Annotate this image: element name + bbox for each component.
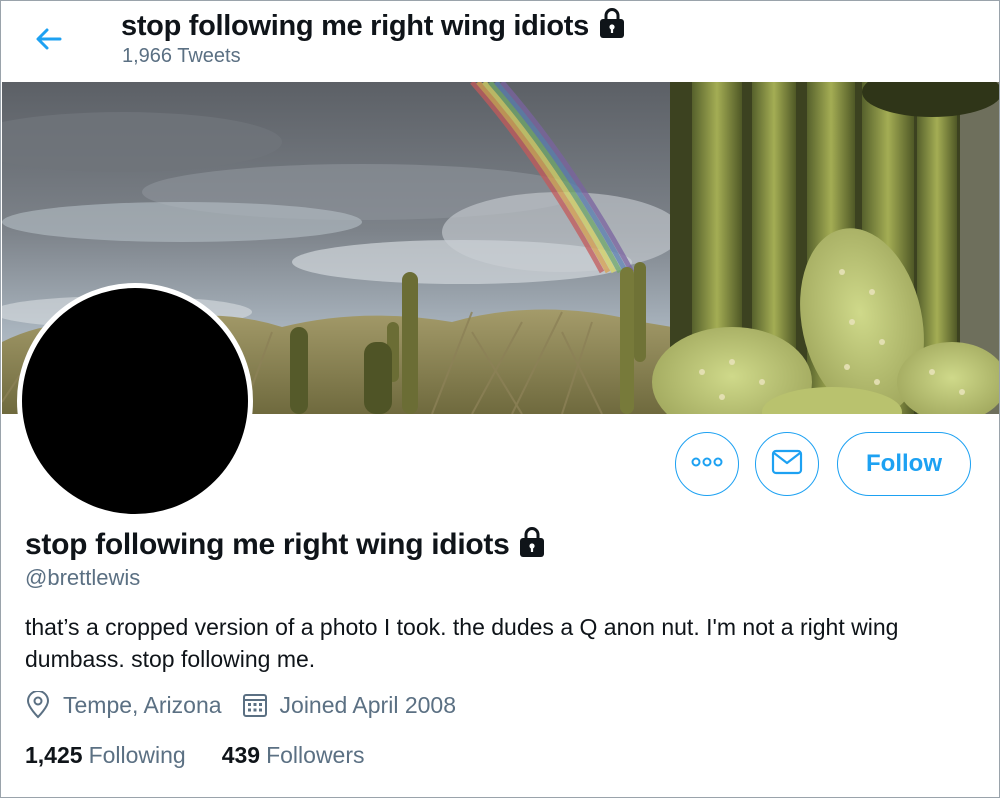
joined-item: Joined April 2008 bbox=[242, 692, 456, 719]
followers-label: Followers bbox=[266, 742, 365, 768]
profile-avatar[interactable] bbox=[17, 283, 253, 519]
location-item: Tempe, Arizona bbox=[25, 691, 222, 719]
more-options-icon bbox=[690, 455, 724, 473]
following-label: Following bbox=[88, 742, 186, 768]
calendar-icon bbox=[242, 692, 268, 718]
profile-handle: @brettlewis bbox=[25, 565, 141, 590]
profile-name-row: stop following me right wing idiots bbox=[25, 524, 549, 566]
tweet-count: 1,966 Tweets bbox=[122, 45, 241, 67]
following-link[interactable]: 1,425 Following bbox=[25, 742, 186, 769]
header-title-row: stop following me right wing idiots bbox=[121, 5, 629, 47]
location-text: Tempe, Arizona bbox=[63, 691, 222, 718]
follow-counts: 1,425 Following 439 Followers bbox=[25, 742, 401, 769]
profile-page: stop following me right wing idiots 1,96… bbox=[0, 0, 1000, 798]
lock-icon bbox=[515, 524, 549, 566]
joined-text: Joined April 2008 bbox=[279, 691, 456, 718]
back-arrow-icon[interactable] bbox=[31, 21, 67, 57]
top-bar: stop following me right wing idiots 1,96… bbox=[1, 1, 999, 81]
follow-button[interactable]: Follow bbox=[837, 432, 971, 496]
message-button[interactable] bbox=[755, 432, 819, 496]
more-options-button[interactable] bbox=[675, 432, 739, 496]
header-title: stop following me right wing idiots bbox=[121, 9, 589, 42]
followers-count: 439 bbox=[221, 742, 261, 768]
profile-name: stop following me right wing idiots bbox=[25, 528, 510, 561]
following-count: 1,425 bbox=[25, 742, 83, 768]
location-pin-icon bbox=[25, 691, 51, 719]
envelope-icon bbox=[771, 449, 803, 480]
lock-icon bbox=[595, 5, 629, 47]
profile-bio: that’s a cropped version of a photo I to… bbox=[25, 614, 899, 672]
profile-meta: Tempe, Arizona Joined April 2008 bbox=[25, 691, 476, 719]
followers-link[interactable]: 439 Followers bbox=[222, 742, 365, 769]
